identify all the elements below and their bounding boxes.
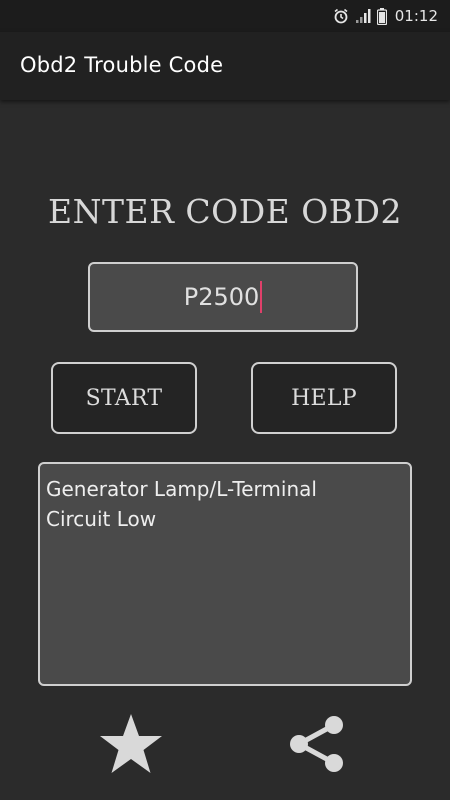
signal-icon (355, 8, 371, 24)
app-title: Obd2 Trouble Code (20, 53, 224, 77)
result-box: Generator Lamp/L-Terminal Circuit Low (38, 462, 412, 686)
status-bar: 01:12 (0, 0, 450, 32)
star-icon[interactable] (98, 712, 164, 776)
help-button[interactable]: HELP (251, 362, 397, 434)
alarm-icon (333, 8, 349, 24)
result-line-2: Circuit Low (46, 507, 157, 531)
start-button[interactable]: START (51, 362, 197, 434)
page-heading: ENTER CODE OBD2 (48, 192, 402, 231)
code-input-value: P2500 (183, 283, 260, 311)
result-line-1: Generator Lamp/L-Terminal (46, 477, 317, 501)
text-caret (260, 281, 263, 313)
share-icon[interactable] (287, 714, 347, 774)
status-time: 01:12 (394, 7, 438, 25)
app-bar: Obd2 Trouble Code (0, 32, 450, 100)
battery-icon (376, 7, 387, 25)
code-input[interactable]: P2500 (88, 262, 358, 332)
screen: 01:12 Obd2 Trouble Code ENTER CODE OBD2 … (0, 0, 450, 800)
status-icons: 01:12 (333, 0, 438, 32)
